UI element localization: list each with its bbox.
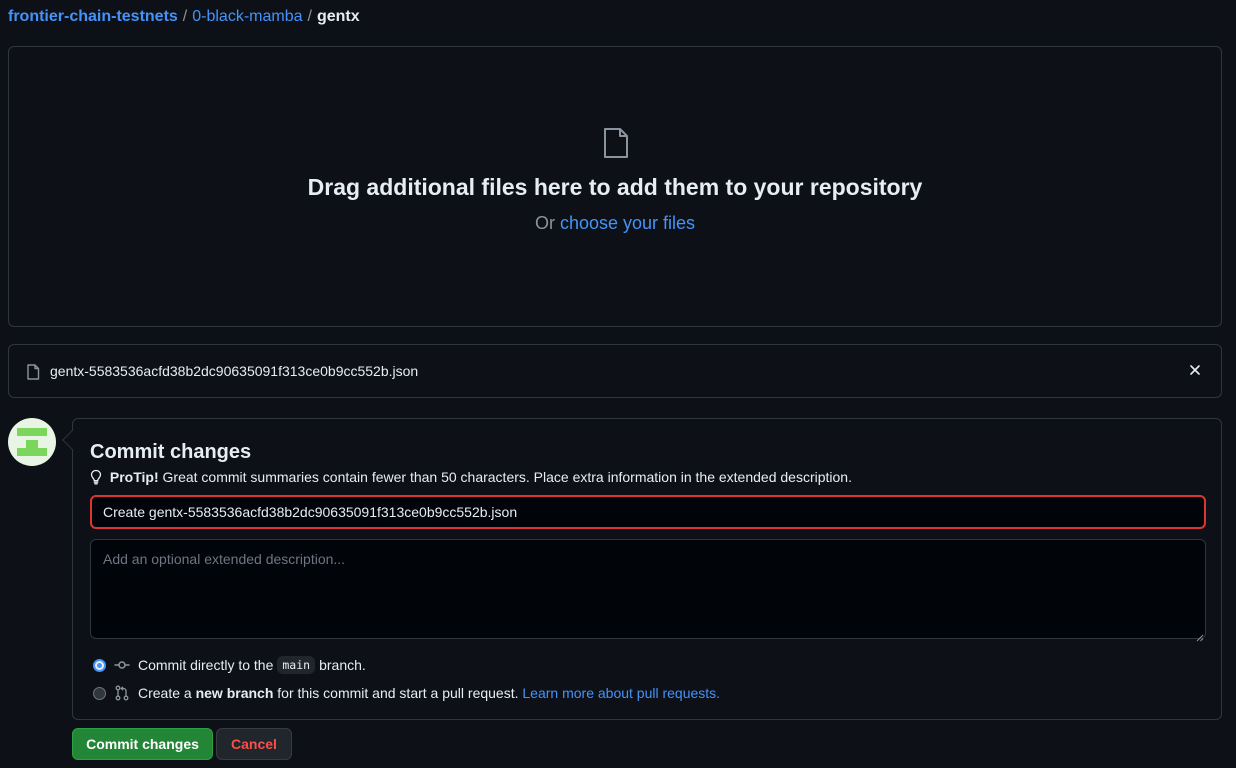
commit-description-input[interactable] [90, 539, 1206, 639]
breadcrumb-separator: / [307, 8, 312, 25]
new-branch-bold-text: new branch [195, 685, 274, 701]
breadcrumb: frontier-chain-testnets/0-black-mamba / ge… [8, 7, 360, 27]
dropzone-heading: Drag additional files here to add them t… [307, 174, 923, 200]
breadcrumb-current: gentx [316, 8, 360, 25]
commit-direct-radio[interactable] [93, 658, 106, 672]
breadcrumb-owner-link[interactable]: frontier-chain-testnets [8, 8, 178, 25]
breadcrumb-separator: / [182, 8, 188, 25]
commit-direct-option[interactable]: Commit directly to the main branch. [93, 656, 366, 674]
commit-new-branch-radio[interactable] [93, 686, 106, 700]
protip-label: ProTip! [109, 469, 159, 485]
protip-text: Great commit summaries contain fewer tha… [162, 469, 852, 485]
choose-files-link[interactable]: choose your files [560, 213, 695, 233]
commit-changes-button[interactable]: Commit changes [72, 728, 213, 760]
file-icon [26, 364, 40, 385]
uploaded-file-name: gentx-5583536acfd38b2dc90635091f313ce0b9… [50, 363, 419, 379]
resize-handle-icon[interactable] [1196, 629, 1204, 647]
new-branch-text-end: for this commit and start a pull request… [277, 685, 519, 701]
breadcrumb-repo-link[interactable]: 0-black-mamba [192, 8, 302, 25]
avatar[interactable] [8, 418, 56, 466]
dropzone-or-text: Or [534, 213, 555, 233]
commit-direct-text: Commit directly to the [138, 657, 274, 673]
protip: ProTip! Great commit summaries contain f… [90, 469, 852, 488]
cancel-button[interactable]: Cancel [216, 728, 292, 760]
git-pull-request-icon [114, 685, 130, 701]
file-icon [601, 127, 631, 164]
close-icon[interactable] [1187, 362, 1203, 378]
dropzone-subtext: Or choose your files [9, 213, 1221, 234]
commit-title: Commit changes [90, 441, 252, 463]
commit-form: Commit changes ProTip! Great commit summ… [62, 418, 1222, 720]
learn-more-pull-requests-link[interactable]: Learn more about pull requests. [522, 685, 720, 701]
file-dropzone[interactable]: Drag additional files here to add them t… [8, 46, 1222, 327]
branch-name: main [277, 656, 316, 674]
commit-direct-text-end: branch. [319, 657, 366, 673]
commit-summary-input[interactable] [90, 495, 1206, 529]
git-commit-icon [114, 657, 130, 673]
new-branch-text-start: Create a [138, 685, 192, 701]
uploaded-file-row: gentx-5583536acfd38b2dc90635091f313ce0b9… [8, 344, 1222, 398]
light-bulb-icon [90, 469, 102, 488]
commit-new-branch-option[interactable]: Create a new branch for this commit and … [93, 685, 720, 701]
